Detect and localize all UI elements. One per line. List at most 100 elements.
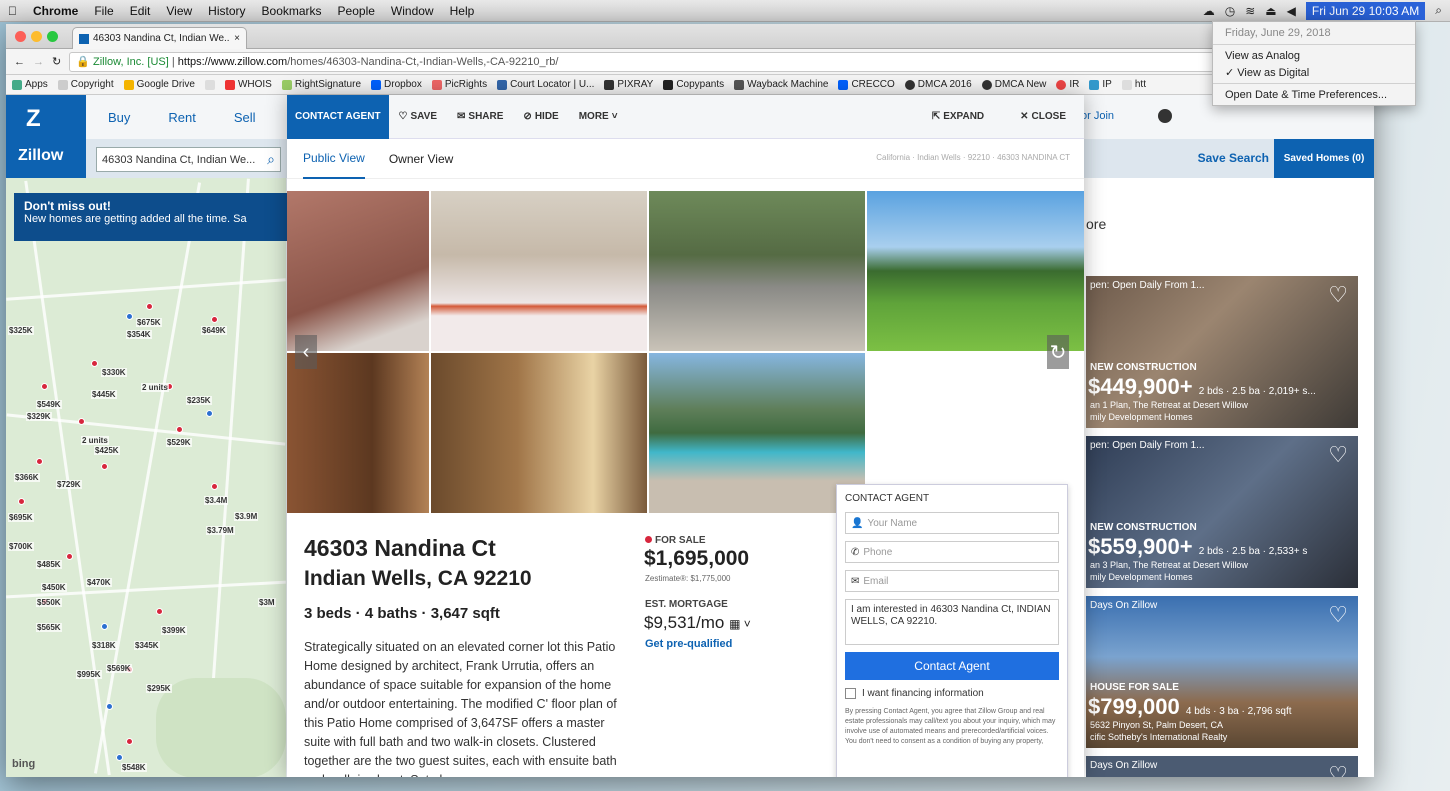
more-button[interactable]: MORE ˅: [569, 111, 628, 122]
share-button[interactable]: ✉ SHARE: [447, 111, 513, 122]
menu-file[interactable]: File: [86, 4, 121, 18]
heart-icon[interactable]: ♡: [1328, 442, 1348, 468]
tab-public-view[interactable]: Public View: [303, 139, 365, 179]
heart-icon[interactable]: ♡: [1328, 282, 1348, 308]
bookmark-ir[interactable]: IR: [1056, 79, 1079, 90]
map-pin[interactable]: [211, 483, 218, 490]
map-pin[interactable]: [211, 316, 218, 323]
map-price-label[interactable]: $529K: [166, 438, 192, 447]
map-price-label[interactable]: $295K: [146, 684, 172, 693]
bookmark-copyright[interactable]: Copyright: [57, 79, 114, 90]
menu-view[interactable]: View: [158, 4, 200, 18]
nav-buy[interactable]: Buy: [108, 110, 130, 125]
map-price-label[interactable]: $675K: [136, 318, 162, 327]
map-price-label[interactable]: $399K: [161, 626, 187, 635]
photo-closet[interactable]: [287, 353, 429, 513]
map-price-label[interactable]: $354K: [126, 330, 152, 339]
map-price-label[interactable]: $345K: [134, 641, 160, 650]
menu-window[interactable]: Window: [383, 4, 442, 18]
url-field[interactable]: 🔒 Zillow, Inc. [US] | https://www.zillow…: [69, 51, 1214, 72]
map-pin[interactable]: [206, 410, 213, 417]
map-pin[interactable]: [126, 313, 133, 320]
time-machine-icon[interactable]: ◷: [1225, 4, 1235, 18]
map-price-label[interactable]: 2 units: [141, 383, 169, 392]
rotate-icon[interactable]: ↻: [1047, 335, 1069, 369]
close-window-icon[interactable]: [15, 31, 26, 42]
map-price-label[interactable]: $325K: [8, 326, 34, 335]
financing-checkbox[interactable]: [845, 688, 856, 699]
bookmark-wayback[interactable]: Wayback Machine: [734, 79, 828, 90]
cloud-icon[interactable]: ☁: [1203, 4, 1215, 18]
breadcrumb[interactable]: California · Indian Wells · 92210 · 4630…: [876, 153, 1070, 162]
save-search-button[interactable]: Save Search: [1198, 151, 1269, 165]
forward-icon[interactable]: →: [33, 56, 44, 68]
minimize-window-icon[interactable]: [31, 31, 42, 42]
menu-edit[interactable]: Edit: [122, 4, 159, 18]
zoom-window-icon[interactable]: [47, 31, 58, 42]
map-pin[interactable]: [101, 463, 108, 470]
menu-help[interactable]: Help: [442, 4, 483, 18]
photo-gallery[interactable]: ‹ ↻: [287, 191, 1084, 515]
map-pin[interactable]: [156, 608, 163, 615]
phone-field[interactable]: ✆ Phone: [845, 541, 1059, 563]
saved-homes-button[interactable]: Saved Homes (0): [1274, 139, 1374, 178]
search-icon[interactable]: ⌕: [267, 151, 275, 168]
map-price-label[interactable]: $3M: [258, 598, 276, 607]
volume-icon[interactable]: ◀: [1287, 4, 1296, 18]
listing-card[interactable]: Days On Zillow ♡: [1086, 756, 1358, 777]
bookmark-crecco[interactable]: CRECCO: [838, 79, 895, 90]
zillow-z-icon[interactable]: Z: [26, 105, 41, 133]
browser-tab[interactable]: 46303 Nandina Ct, Indian We... ×: [72, 27, 247, 49]
photo-bedroom-2[interactable]: [431, 191, 647, 351]
map-price-label[interactable]: $700K: [8, 542, 34, 551]
nav-sell[interactable]: Sell: [234, 110, 256, 125]
map-pin[interactable]: [116, 754, 123, 761]
map[interactable]: $325K $675K $354K $649K $330K $445K 2 un…: [6, 178, 286, 777]
bookmark-htt[interactable]: htt: [1121, 79, 1146, 90]
bookmark-dmca-new[interactable]: DMCA New: [981, 79, 1046, 90]
bookmark-apps[interactable]: Apps: [12, 79, 48, 90]
map-price-label[interactable]: $330K: [101, 368, 127, 377]
map-price-label[interactable]: $425K: [94, 446, 120, 455]
bookmark-dmca-2016[interactable]: DMCA 2016: [904, 79, 972, 90]
map-price-label[interactable]: $649K: [201, 326, 227, 335]
date-time-prefs[interactable]: Open Date & Time Preferences...: [1213, 87, 1415, 103]
map-pin[interactable]: [41, 383, 48, 390]
map-pin[interactable]: [176, 426, 183, 433]
map-price-label[interactable]: $450K: [41, 583, 67, 592]
heart-icon[interactable]: ♡: [1328, 602, 1348, 628]
map-price-label[interactable]: $548K: [121, 763, 147, 772]
wifi-icon[interactable]: ≋: [1245, 4, 1255, 18]
photo-bedroom-1[interactable]: [287, 191, 429, 351]
bookmark-pixray[interactable]: PIXRAY: [604, 79, 653, 90]
financing-checkbox-row[interactable]: I want financing information: [845, 688, 1059, 699]
calculator-icon[interactable]: ▦ ˅: [729, 617, 751, 631]
photo-yard[interactable]: [867, 191, 1084, 351]
eject-icon[interactable]: ⏏: [1265, 4, 1276, 18]
map-pin[interactable]: [126, 738, 133, 745]
map-price-label[interactable]: $565K: [36, 623, 62, 632]
map-price-label[interactable]: $3.79M: [206, 526, 235, 535]
bookmark-rightsignature[interactable]: RightSignature: [281, 79, 361, 90]
menu-bookmarks[interactable]: Bookmarks: [254, 4, 330, 18]
dont-miss-out-banner[interactable]: Don't miss out! New homes are getting ad…: [14, 193, 304, 241]
map-price-label[interactable]: $569K: [106, 664, 132, 673]
heart-icon[interactable]: ♡: [1328, 762, 1348, 777]
bookmark-picrights[interactable]: PicRights: [431, 79, 487, 90]
map-price-label[interactable]: $445K: [91, 390, 117, 399]
map-pin[interactable]: [91, 360, 98, 367]
bookmark-google-drive[interactable]: Google Drive: [123, 79, 195, 90]
map-price-label[interactable]: $729K: [56, 480, 82, 489]
close-button[interactable]: ✕ CLOSE: [1010, 111, 1076, 122]
bookmark-court-locator[interactable]: Court Locator | U...: [497, 79, 594, 90]
photo-bathroom[interactable]: [431, 353, 647, 513]
contact-agent-button[interactable]: Contact Agent: [845, 652, 1059, 680]
menu-chrome[interactable]: Chrome: [25, 4, 86, 18]
map-price-label[interactable]: $470K: [86, 578, 112, 587]
map-price-label[interactable]: $318K: [91, 641, 117, 650]
map-price-label[interactable]: $329K: [26, 412, 52, 421]
zillow-logo[interactable]: Zillow: [18, 147, 63, 165]
map-price-label[interactable]: $3.4M: [204, 496, 229, 505]
map-price-label[interactable]: $3.9M: [234, 512, 259, 521]
message-field[interactable]: I am interested in 46303 Nandina Ct, IND…: [845, 599, 1059, 645]
